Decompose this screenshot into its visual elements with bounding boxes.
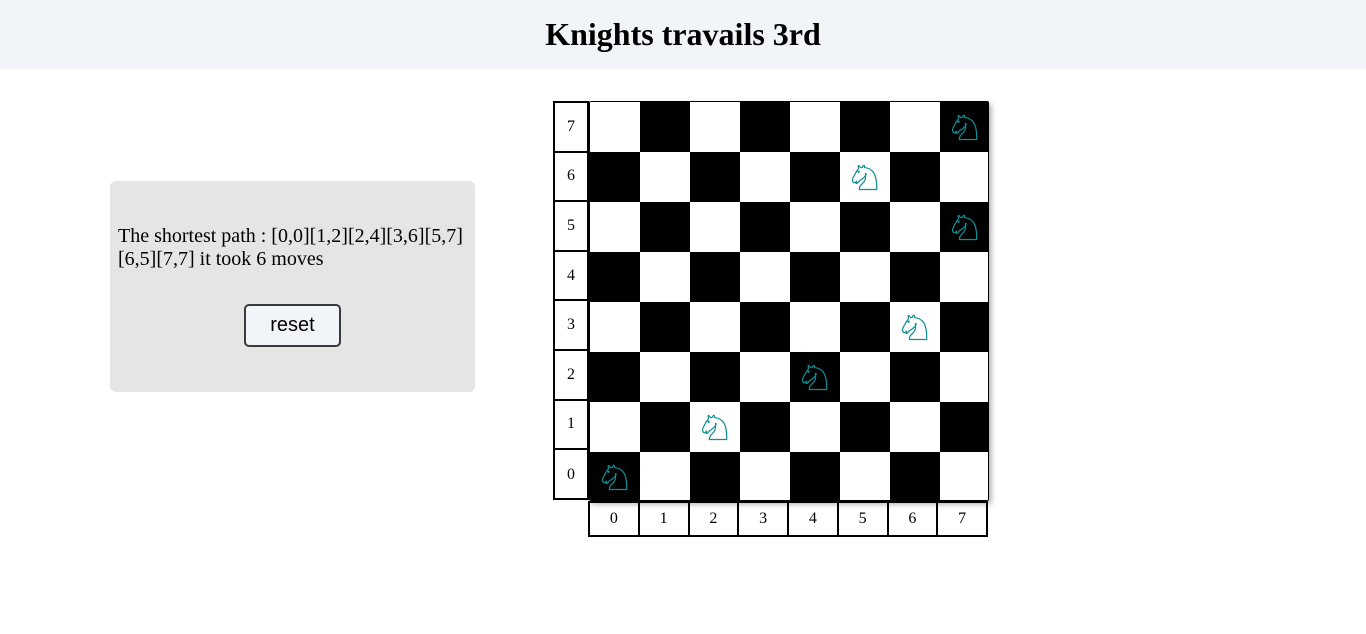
rank-label: 5 bbox=[555, 202, 587, 252]
file-label: 5 bbox=[839, 503, 889, 535]
board-square[interactable] bbox=[640, 152, 690, 202]
board-square[interactable] bbox=[790, 152, 840, 202]
knight-icon bbox=[951, 114, 978, 141]
board-square[interactable] bbox=[890, 302, 940, 352]
file-label: 3 bbox=[739, 503, 789, 535]
file-label: 4 bbox=[789, 503, 839, 535]
board-square[interactable] bbox=[740, 202, 790, 252]
page-header: Knights travails 3rd bbox=[0, 0, 1366, 69]
board-square[interactable] bbox=[840, 302, 890, 352]
board-square[interactable] bbox=[640, 452, 690, 500]
knight-icon bbox=[951, 214, 978, 241]
board-square[interactable] bbox=[740, 252, 790, 302]
board-square[interactable] bbox=[640, 302, 690, 352]
file-label: 0 bbox=[590, 503, 640, 535]
board-square[interactable] bbox=[690, 452, 740, 500]
board-square[interactable] bbox=[890, 152, 940, 202]
board-square[interactable] bbox=[940, 252, 988, 302]
board-square[interactable] bbox=[890, 352, 940, 402]
board-square[interactable] bbox=[940, 152, 988, 202]
board-square[interactable] bbox=[840, 352, 890, 402]
board-square[interactable] bbox=[690, 402, 740, 452]
board-square[interactable] bbox=[890, 102, 940, 152]
board-square[interactable] bbox=[590, 352, 640, 402]
board-square[interactable] bbox=[790, 402, 840, 452]
board-square[interactable] bbox=[590, 402, 640, 452]
board-square[interactable] bbox=[690, 102, 740, 152]
board-square[interactable] bbox=[940, 352, 988, 402]
board-square[interactable] bbox=[740, 302, 790, 352]
board-square[interactable] bbox=[690, 202, 740, 252]
board-square[interactable] bbox=[890, 202, 940, 252]
rank-label: 0 bbox=[567, 465, 575, 483]
board-square[interactable] bbox=[790, 102, 840, 152]
board-square[interactable] bbox=[840, 452, 890, 500]
board-square[interactable] bbox=[890, 452, 940, 500]
board-square[interactable] bbox=[640, 402, 690, 452]
file-label: 1 bbox=[640, 503, 690, 535]
file-label: 2 bbox=[690, 503, 740, 535]
board-square[interactable] bbox=[740, 152, 790, 202]
board-square[interactable] bbox=[740, 402, 790, 452]
board-square[interactable] bbox=[840, 252, 890, 302]
board-square[interactable] bbox=[940, 452, 988, 500]
knight-icon bbox=[701, 414, 728, 441]
rank-label: 6 bbox=[555, 153, 587, 203]
rank-label: 2 bbox=[555, 351, 587, 401]
board-square[interactable] bbox=[940, 402, 988, 452]
board-square[interactable] bbox=[690, 352, 740, 402]
board-square[interactable] bbox=[690, 252, 740, 302]
board-square[interactable] bbox=[740, 102, 790, 152]
board-square[interactable] bbox=[590, 102, 640, 152]
board-square[interactable] bbox=[840, 102, 890, 152]
board-square[interactable] bbox=[740, 352, 790, 402]
board-square[interactable] bbox=[790, 202, 840, 252]
board-square[interactable] bbox=[590, 152, 640, 202]
board-square[interactable] bbox=[640, 202, 690, 252]
board-square[interactable] bbox=[690, 302, 740, 352]
board-square[interactable] bbox=[640, 352, 690, 402]
knight-icon bbox=[801, 364, 828, 391]
file-labels: 0123456 7 bbox=[588, 501, 988, 537]
board-square[interactable] bbox=[840, 402, 890, 452]
rank-labels: 7654321 0 bbox=[553, 101, 589, 500]
rank-label: 4 bbox=[555, 252, 587, 302]
board-square[interactable] bbox=[940, 202, 988, 252]
board-square[interactable] bbox=[590, 302, 640, 352]
board-square[interactable] bbox=[790, 252, 840, 302]
rank-label: 1 bbox=[555, 401, 587, 451]
rank-label: 7 bbox=[555, 103, 587, 153]
board-square[interactable] bbox=[640, 252, 690, 302]
board-square[interactable] bbox=[840, 202, 890, 252]
board-square[interactable] bbox=[590, 252, 640, 302]
file-label: 7 bbox=[958, 510, 967, 527]
board-square[interactable] bbox=[890, 252, 940, 302]
shortest-path-text: The shortest path : [0,0][1,2][2,4][3,6]… bbox=[118, 225, 463, 270]
page-title: Knights travails 3rd bbox=[545, 16, 821, 52]
board-square[interactable] bbox=[740, 452, 790, 500]
board-square[interactable] bbox=[940, 102, 988, 152]
chess-board bbox=[589, 101, 989, 501]
rank-label: 3 bbox=[555, 301, 587, 351]
board-square[interactable] bbox=[590, 452, 640, 500]
board-square[interactable] bbox=[940, 302, 988, 352]
board-square[interactable] bbox=[790, 302, 840, 352]
board-square[interactable] bbox=[640, 102, 690, 152]
knight-icon bbox=[851, 164, 878, 191]
board-square[interactable] bbox=[840, 152, 890, 202]
board-square[interactable] bbox=[590, 202, 640, 252]
info-panel: The shortest path : [0,0][1,2][2,4][3,6]… bbox=[110, 181, 475, 392]
knight-icon bbox=[601, 464, 628, 491]
file-label: 6 bbox=[889, 503, 939, 535]
board-square[interactable] bbox=[890, 402, 940, 452]
knight-icon bbox=[901, 314, 928, 341]
board-square[interactable] bbox=[790, 452, 840, 500]
board-square[interactable] bbox=[790, 352, 840, 402]
board-square[interactable] bbox=[690, 152, 740, 202]
reset-button[interactable]: reset bbox=[244, 304, 341, 347]
